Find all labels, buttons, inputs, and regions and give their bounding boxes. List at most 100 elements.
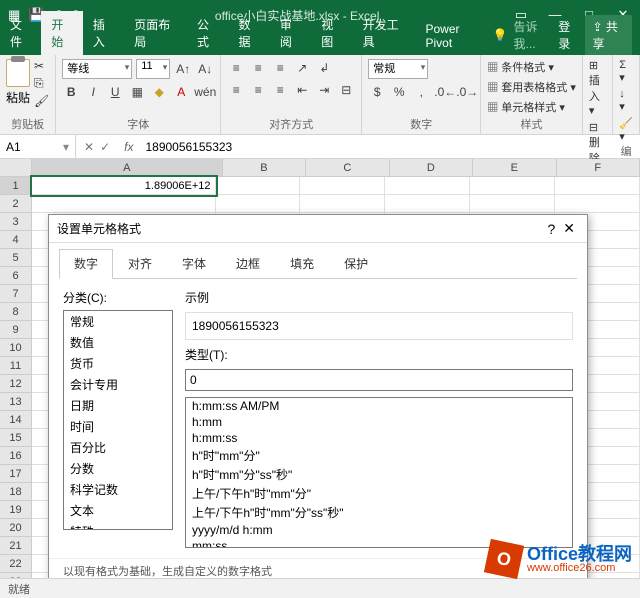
dialog-help-icon[interactable]: ? (543, 221, 559, 237)
format-painter-icon[interactable]: 🖌 (34, 94, 49, 108)
tab-review[interactable]: 审阅 (270, 11, 311, 55)
tab-powerpivot[interactable]: Power Pivot (415, 17, 492, 55)
ribbon-tabs: 文件 开始 插入 页面布局 公式 数据 审阅 视图 开发工具 Power Piv… (0, 30, 640, 55)
col-header-c[interactable]: C (306, 159, 389, 176)
group-number: 常规 $ % , .0← .0→ 数字 (362, 55, 481, 134)
decrease-decimal-icon[interactable]: .0→ (456, 83, 474, 101)
ribbon: 粘贴 ✂ ⎘ 🖌 剪贴板 等线 11 A↑ A↓ B I U ▦ ◆ (0, 55, 640, 135)
font-size-combo[interactable]: 11 (136, 59, 170, 79)
col-header-d[interactable]: D (390, 159, 473, 176)
phonetic-icon[interactable]: wén (194, 83, 212, 101)
bold-icon[interactable]: B (62, 83, 80, 101)
format-cells-dialog: 设置单元格格式 ? ✕ 数字 对齐 字体 边框 填充 保护 分类(C): 常规数… (48, 214, 588, 584)
col-header-e[interactable]: E (473, 159, 556, 176)
font-name-combo[interactable]: 等线 (62, 59, 132, 79)
paste-button[interactable]: 粘贴 (6, 59, 30, 106)
wrap-text-icon[interactable]: ↲ (315, 59, 333, 77)
group-styles: ▦ 条件格式 ▾ ▦ 套用表格格式 ▾ ▦ 单元格样式 ▾ 样式 (481, 55, 583, 134)
category-list[interactable]: 常规数值货币会计专用日期时间百分比分数科学记数文本特殊自定义 (63, 310, 173, 530)
fill-icon[interactable]: ↓ ▾ (619, 88, 633, 113)
group-label: 字体 (62, 116, 214, 132)
tab-insert[interactable]: 插入 (83, 11, 124, 55)
decrease-indent-icon[interactable]: ⇤ (293, 81, 311, 99)
tellme-icon: 💡 (493, 28, 508, 42)
formula-bar: A1▾ ✕ ✓ fx 1890056155323 (0, 135, 640, 159)
tab-file[interactable]: 文件 (0, 11, 41, 55)
italic-icon[interactable]: I (84, 83, 102, 101)
tell-me-input[interactable]: 告诉我... (514, 18, 553, 52)
fx-icon[interactable]: fx (118, 140, 139, 154)
name-box[interactable]: A1▾ (0, 135, 76, 158)
formula-input[interactable]: 1890056155323 (139, 140, 640, 154)
increase-font-icon[interactable]: A↑ (174, 60, 192, 78)
status-bar: 就绪 (0, 578, 640, 598)
tab-view[interactable]: 视图 (311, 11, 352, 55)
dialog-tab-protection[interactable]: 保护 (329, 249, 383, 278)
increase-indent-icon[interactable]: ⇥ (315, 81, 333, 99)
format-table-button[interactable]: ▦ 套用表格格式 ▾ (487, 79, 576, 95)
watermark-url: www.office26.com (527, 563, 632, 574)
dialog-tab-number[interactable]: 数字 (59, 249, 113, 279)
select-all-corner[interactable] (0, 159, 32, 176)
tab-formulas[interactable]: 公式 (187, 11, 228, 55)
increase-decimal-icon[interactable]: .0← (434, 83, 452, 101)
insert-cells-button[interactable]: ⊞ 插入 ▾ (589, 59, 606, 117)
share-button[interactable]: ⇪ 共享 (585, 15, 633, 55)
type-label: 类型(T): (185, 346, 573, 363)
dialog-tab-border[interactable]: 边框 (221, 249, 275, 278)
accounting-icon[interactable]: $ (368, 83, 386, 101)
copy-icon[interactable]: ⎘ (34, 76, 49, 91)
cancel-icon[interactable]: ✕ (84, 140, 94, 154)
cut-icon[interactable]: ✂ (34, 59, 49, 73)
underline-icon[interactable]: U (106, 83, 124, 101)
percent-icon[interactable]: % (390, 83, 408, 101)
merge-icon[interactable]: ⊟ (337, 81, 355, 99)
conditional-format-button[interactable]: ▦ 条件格式 ▾ (487, 59, 554, 75)
col-header-b[interactable]: B (223, 159, 306, 176)
category-label: 分类(C): (63, 289, 173, 306)
row-headers[interactable]: 1234567891011121314151617181920212223 (0, 177, 32, 591)
dialog-close-icon[interactable]: ✕ (559, 220, 579, 237)
paste-icon (6, 59, 30, 87)
group-label: 剪贴板 (6, 116, 49, 132)
sample-label: 示例 (185, 289, 573, 306)
align-center-icon[interactable]: ≡ (249, 81, 267, 99)
signin-button[interactable]: 登录 (558, 18, 578, 52)
orientation-icon[interactable]: ↗ (293, 59, 311, 77)
tab-data[interactable]: 数据 (228, 11, 269, 55)
dialog-tab-alignment[interactable]: 对齐 (113, 249, 167, 278)
tab-pagelayout[interactable]: 页面布局 (124, 11, 187, 55)
fill-color-icon[interactable]: ◆ (150, 83, 168, 101)
tab-developer[interactable]: 开发工具 (353, 11, 416, 55)
office-logo-icon: O (484, 539, 524, 579)
autosum-icon[interactable]: Σ ▾ (619, 59, 633, 84)
group-font: 等线 11 A↑ A↓ B I U ▦ ◆ A wén 字体 (56, 55, 221, 134)
comma-icon[interactable]: , (412, 83, 430, 101)
align-middle-icon[interactable]: ≡ (249, 59, 267, 77)
group-label: 样式 (487, 116, 576, 132)
col-header-a[interactable]: A (32, 159, 223, 176)
type-input[interactable] (185, 369, 573, 391)
cell-styles-button[interactable]: ▦ 单元格样式 ▾ (487, 99, 565, 115)
group-clipboard: 粘贴 ✂ ⎘ 🖌 剪贴板 (0, 55, 56, 134)
watermark: O Office教程网 www.office26.com (487, 542, 632, 576)
font-color-icon[interactable]: A (172, 83, 190, 101)
sample-value: 1890056155323 (185, 312, 573, 340)
tab-home[interactable]: 开始 (41, 11, 82, 55)
align-bottom-icon[interactable]: ≡ (271, 59, 289, 77)
type-list[interactable]: h:mm:ss AM/PMh:mmh:mm:ssh"时"mm"分"h"时"mm"… (185, 397, 573, 548)
align-top-icon[interactable]: ≡ (227, 59, 245, 77)
align-right-icon[interactable]: ≡ (271, 81, 289, 99)
col-header-f[interactable]: F (557, 159, 640, 176)
number-format-combo[interactable]: 常规 (368, 59, 428, 79)
group-alignment: ≡ ≡ ≡ ↗ ↲ ≡ ≡ ≡ ⇤ ⇥ ⊟ 对齐方式 (221, 55, 362, 134)
dialog-tabs: 数字 对齐 字体 边框 填充 保护 (59, 249, 577, 279)
group-label: 数字 (368, 116, 474, 132)
enter-icon[interactable]: ✓ (100, 140, 110, 154)
dialog-tab-fill[interactable]: 填充 (275, 249, 329, 278)
dialog-tab-font[interactable]: 字体 (167, 249, 221, 278)
decrease-font-icon[interactable]: A↓ (196, 60, 214, 78)
group-cells: ⊞ 插入 ▾ ⊟ 删除 ▾ ▦ 格式 ▾ 单元格 (583, 55, 613, 134)
align-left-icon[interactable]: ≡ (227, 81, 245, 99)
border-icon[interactable]: ▦ (128, 83, 146, 101)
